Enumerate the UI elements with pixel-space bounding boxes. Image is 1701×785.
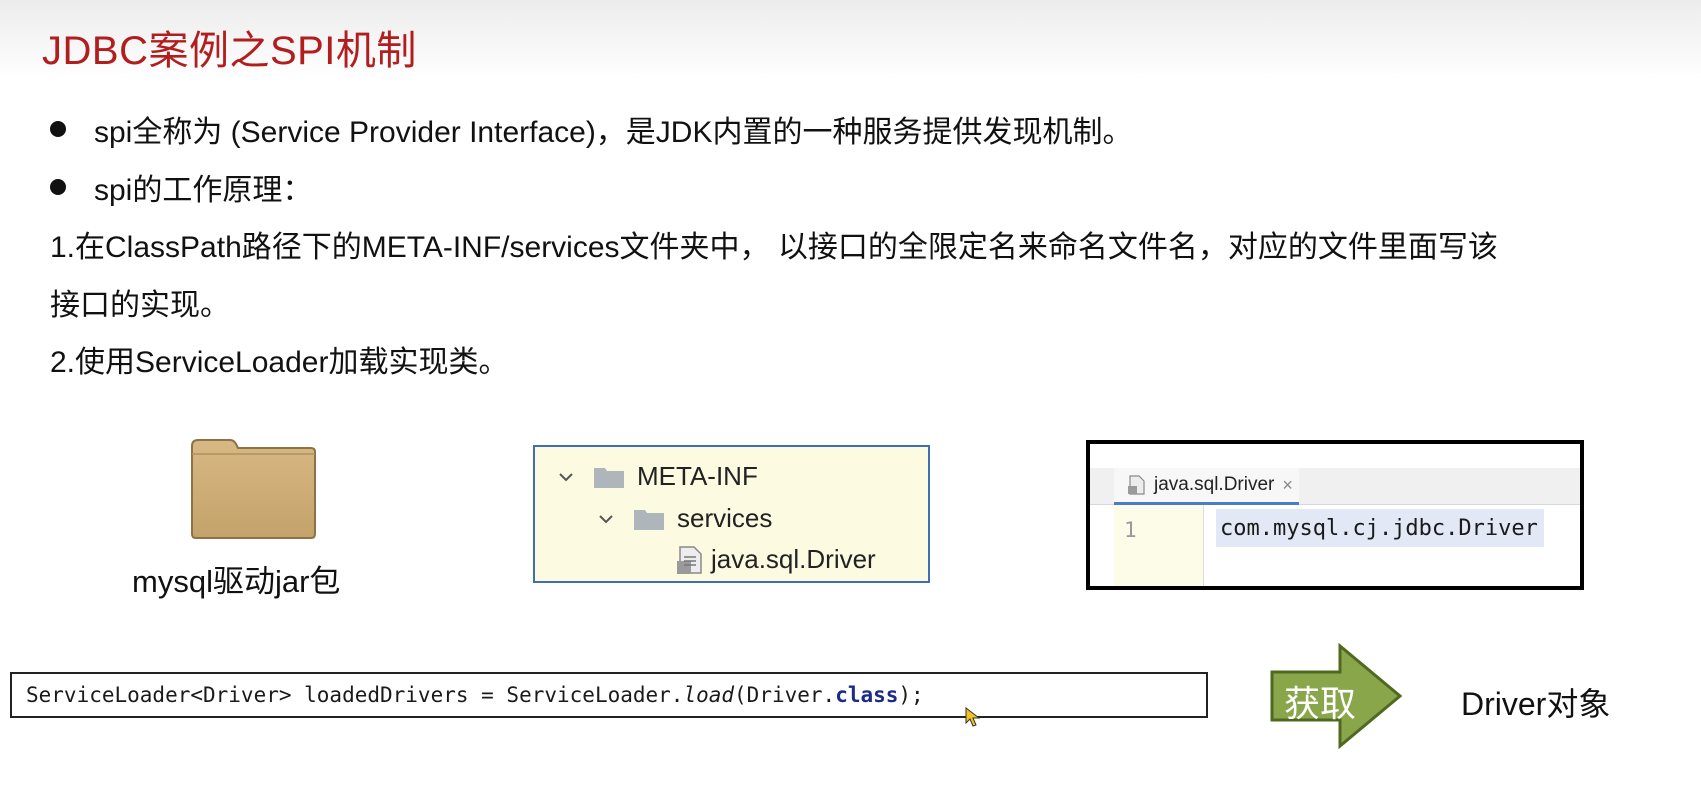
bullet-text: spi全称为 (Service Provider Interface)，是JDK… [94,116,1133,149]
editor-tab-bar: java.sql.Driver × [1090,468,1580,505]
tree-item-label: services [677,503,773,533]
page-title: JDBC案例之SPI机制 [42,29,417,73]
step-1-line-2: 接口的实现。 [50,289,230,322]
project-tree: META-INF services java.sql.Driver [533,445,930,583]
folder-icon [191,439,316,539]
arrow-label: 获取 [1284,683,1357,724]
tree-item-meta-inf[interactable]: META-INF [559,461,758,492]
chevron-down-icon[interactable] [599,512,613,526]
bullet-text: spi的工作原理： [94,174,313,207]
bullet-dot [50,179,66,195]
tree-item-services[interactable]: services [599,503,772,534]
file-icon [1128,475,1145,495]
file-icon [677,545,702,574]
folder-label: mysql驱动jar包 [132,564,341,599]
code-method: load [683,683,735,707]
bullet-spi-principle: spi的工作原理： [50,165,312,209]
chevron-down-icon[interactable] [559,470,573,484]
code-snippet: ServiceLoader<Driver> loadedDrivers = Se… [10,672,1208,718]
folder-icon [594,467,624,488]
code-part: (Driver. [734,683,836,707]
code-part: ServiceLoader<Driver> loadedDrivers = Se… [26,683,684,707]
step-1-line-1: 1.在ClassPath路径下的META-INF/services文件夹中， 以… [50,231,1498,264]
folder-icon [634,509,664,530]
code-editor: java.sql.Driver × 1 com.mysql.cj.jdbc.Dr… [1086,440,1584,590]
tree-item-label: java.sql.Driver [711,544,876,574]
bullet-dot [50,121,66,137]
code-part: ); [898,683,924,707]
tree-item-java-sql-driver[interactable]: java.sql.Driver [677,544,876,575]
mouse-cursor-icon [965,707,981,727]
tree-item-label: META-INF [637,461,758,491]
code-line[interactable]: com.mysql.cj.jdbc.Driver [1216,509,1544,547]
tab-java-sql-driver[interactable]: java.sql.Driver × [1114,468,1299,505]
tab-label: java.sql.Driver [1154,474,1275,495]
gutter-divider [1203,505,1204,586]
code-keyword: class [835,683,899,707]
result-label: Driver对象 [1461,686,1611,722]
line-number: 1 [1124,518,1137,542]
step-2: 2.使用ServiceLoader加载实现类。 [50,346,509,379]
close-icon[interactable]: × [1282,475,1293,496]
bullet-spi-definition: spi全称为 (Service Provider Interface)，是JDK… [50,107,1133,151]
